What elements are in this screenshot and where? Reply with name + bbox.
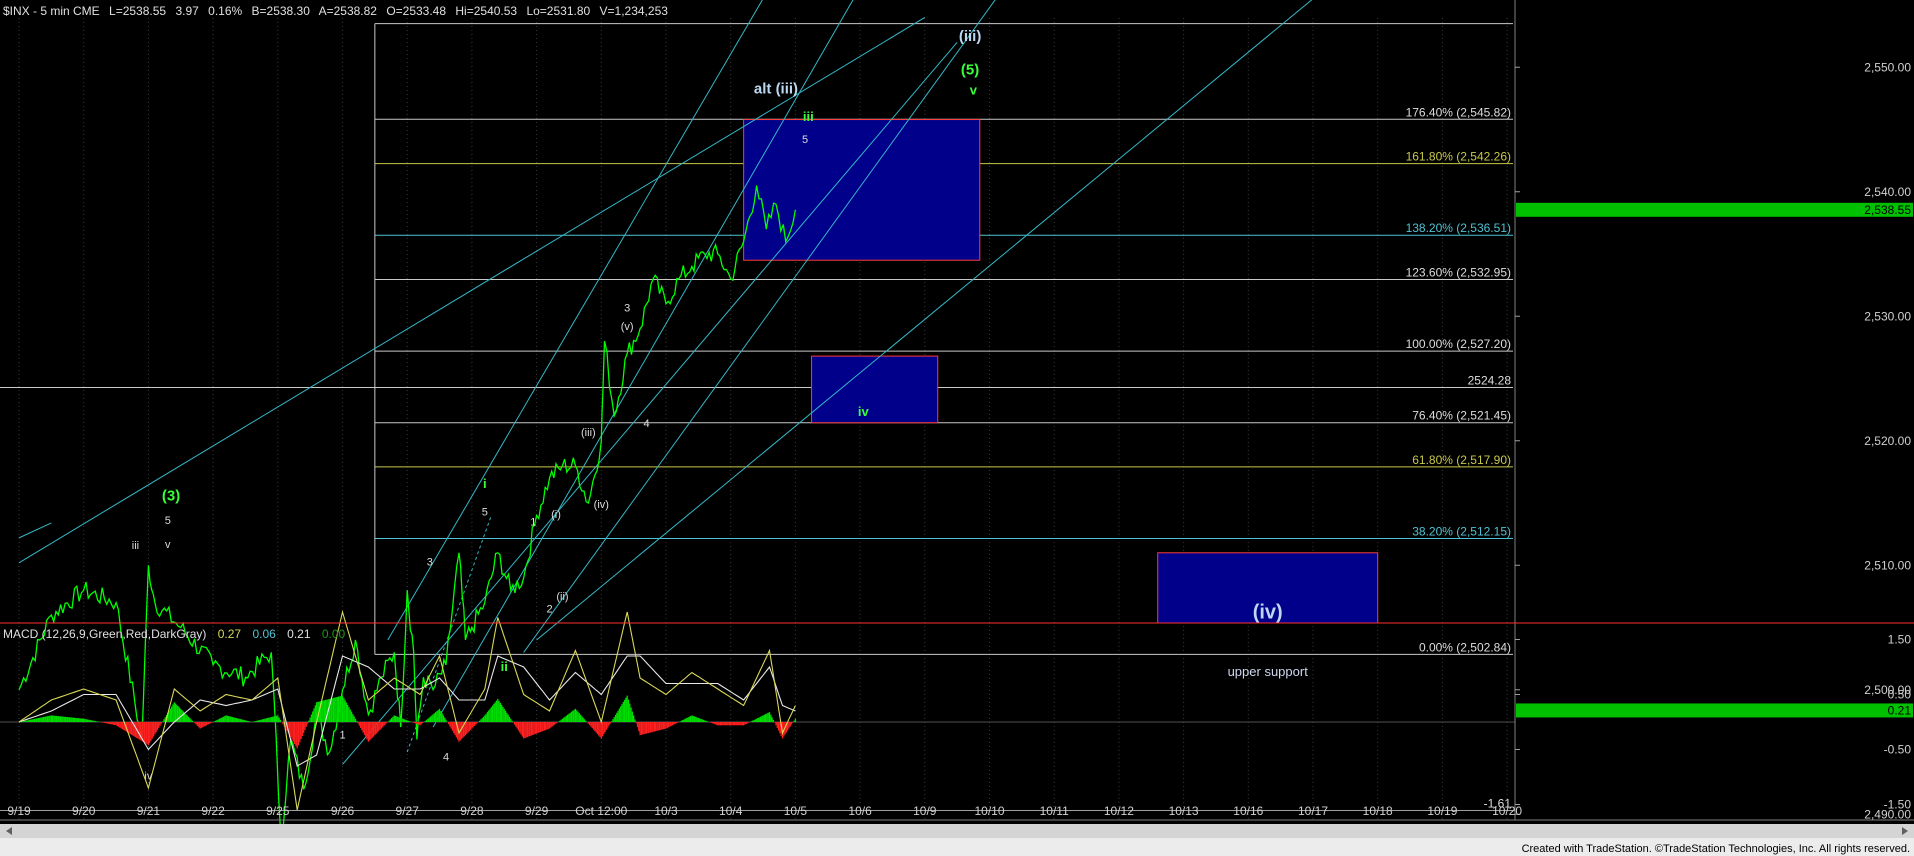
- wave-label: 2: [546, 604, 552, 616]
- ask-price: A=2538.82: [319, 4, 378, 18]
- target-box: [811, 355, 939, 424]
- wave-label: 1: [339, 729, 345, 741]
- x-tick-label: 10/6: [848, 804, 872, 818]
- fib-level-label: 38.20% (2,512.15): [1412, 524, 1511, 538]
- fib-level-label: 161.80% (2,542.26): [1406, 150, 1511, 164]
- macd-tick-label: 0.50: [1888, 688, 1912, 702]
- high-price: Hi=2540.53: [455, 4, 517, 18]
- wave-label: 3: [624, 302, 630, 314]
- fib-level-label: 123.60% (2,532.95): [1406, 266, 1511, 280]
- fib-level-label: 138.20% (2,536.51): [1406, 221, 1511, 235]
- macd-value: 0.27: [218, 627, 242, 641]
- wave-label: (5): [961, 62, 979, 79]
- wave-label: 5: [802, 134, 808, 146]
- fib-level-label: 0.00% (2,502.84): [1419, 640, 1511, 654]
- wave-label: i: [483, 476, 487, 491]
- macd-avg-value: 0.06: [252, 627, 276, 641]
- volume: V=1,234,253: [600, 4, 669, 18]
- x-tick-label: 10/10: [974, 804, 1004, 818]
- target-box: [743, 119, 981, 261]
- low-price: Lo=2531.80: [526, 4, 590, 18]
- x-tick-label: 9/28: [460, 804, 484, 818]
- y-tick-label: 2,510.00: [1864, 558, 1911, 572]
- wave-label: (i): [551, 509, 561, 521]
- x-tick-label: 10/5: [784, 804, 808, 818]
- wave-label: ii: [501, 659, 508, 674]
- wave-label: 4: [644, 418, 650, 430]
- x-tick-label: 9/20: [72, 804, 96, 818]
- wave-label: (iii): [959, 28, 982, 45]
- wave-label: iii: [803, 109, 814, 124]
- change-percent: 0.16%: [208, 4, 242, 18]
- box-label: (iv): [1253, 601, 1283, 623]
- x-tick-label: 9/22: [201, 804, 225, 818]
- x-tick-label: 9/29: [525, 804, 549, 818]
- change-value: 3.97: [175, 4, 199, 18]
- quote-header: $INX - 5 min CME L=2538.55 3.97 0.16% B=…: [3, 4, 668, 18]
- x-tick-label: Oct 12:00: [575, 804, 627, 818]
- last-price-label: 2,538.55: [1864, 203, 1911, 217]
- wave-label: iii: [132, 540, 139, 552]
- wave-label: iv: [858, 404, 870, 419]
- wave-label: 4: [443, 752, 449, 764]
- open-price: O=2533.48: [386, 4, 446, 18]
- macd-tick-label: -0.50: [1884, 743, 1912, 757]
- horizontal-scrollbar[interactable]: [0, 824, 1914, 838]
- y-tick-label: 2,550.00: [1864, 60, 1911, 74]
- macd-value-badge: [1516, 703, 1913, 718]
- x-tick-label: 9/27: [396, 804, 420, 818]
- fib-level-label: 100.00% (2,527.20): [1406, 337, 1511, 351]
- fib-level-label: 76.40% (2,521.45): [1412, 409, 1511, 423]
- x-tick-label: 9/26: [331, 804, 355, 818]
- wave-label: v: [165, 539, 171, 551]
- macd-value-label: 0.21: [1888, 703, 1912, 717]
- macd-tick-label: 1.50: [1888, 633, 1912, 647]
- last-price: L=2538.55: [109, 4, 166, 18]
- footer-credit: Created with TradeStation. ©TradeStation…: [1522, 843, 1910, 855]
- wave-label: (3): [162, 488, 180, 505]
- fib-level-label: 176.40% (2,545.82): [1406, 105, 1511, 119]
- macd-title: MACD (12,26,9,Green,Red,DarkGray): [3, 627, 206, 641]
- x-tick-label: 10/18: [1363, 804, 1393, 818]
- bid-price: B=2538.30: [252, 4, 311, 18]
- wave-label: 1: [530, 516, 536, 528]
- last-price-badge: [1516, 202, 1913, 217]
- wave-label: 3: [427, 556, 433, 568]
- x-tick-label: 10/3: [654, 804, 678, 818]
- y-tick-label: 2,540.00: [1864, 185, 1911, 199]
- wave-label: (ii): [556, 591, 568, 603]
- x-tick-label: 9/21: [137, 804, 161, 818]
- fib-level-label: 2524.28: [1468, 373, 1512, 387]
- macd-diff-value: 0.21: [287, 627, 311, 641]
- x-tick-label: 10/19: [1427, 804, 1457, 818]
- x-tick-label: 9/19: [7, 804, 31, 818]
- wave-label: 5: [482, 506, 488, 518]
- y-tick-label: 2,530.00: [1864, 309, 1911, 323]
- x-tick-label: 9/25: [266, 804, 290, 818]
- x-tick-label: 10/12: [1104, 804, 1134, 818]
- macd-header: MACD (12,26,9,Green,Red,DarkGray) 0.27 0…: [3, 627, 346, 641]
- x-tick-label: 10/20: [1492, 804, 1522, 818]
- x-tick-label: 10/17: [1298, 804, 1328, 818]
- box-sublabel: upper support: [1228, 664, 1309, 679]
- y-tick-label: 2,520.00: [1864, 434, 1911, 448]
- wave-label: 5: [165, 515, 171, 527]
- x-tick-label: 10/16: [1233, 804, 1263, 818]
- x-tick-label: 10/11: [1040, 804, 1069, 818]
- x-tick-label: 10/13: [1169, 804, 1199, 818]
- macd-zero-value: 0.00: [322, 627, 346, 641]
- wave-label: (iii): [581, 427, 596, 439]
- wave-label: (v): [621, 321, 634, 333]
- x-tick-label: 10/4: [719, 804, 743, 818]
- fib-level-label: 61.80% (2,517.90): [1412, 453, 1511, 467]
- wave-label: (iv): [594, 499, 609, 511]
- wave-label: alt (iii): [754, 80, 798, 97]
- x-tick-label: 10/9: [913, 804, 937, 818]
- symbol-label: $INX - 5 min CME: [3, 4, 100, 18]
- wave-label: v: [970, 83, 978, 98]
- price-chart[interactable]: 176.40% (2,545.82)161.80% (2,542.26)138.…: [0, 0, 1914, 856]
- macd-tick-label: -1.50: [1884, 798, 1912, 812]
